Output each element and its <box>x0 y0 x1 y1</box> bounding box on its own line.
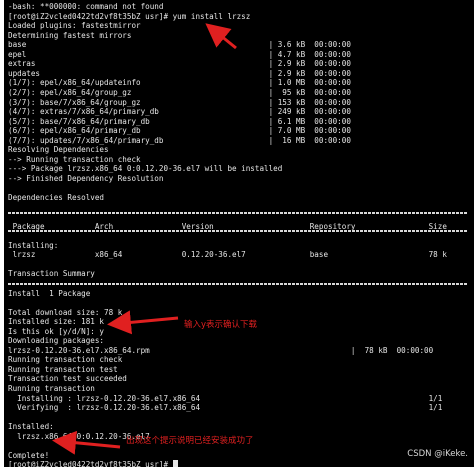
arrow-to-command <box>205 23 237 50</box>
arrow-to-confirm <box>107 310 179 335</box>
watermark: CSDN @iKeke. <box>407 449 468 459</box>
arrow-to-complete <box>52 430 121 455</box>
confirm-annotation: 输入y表示确认下载 <box>184 320 258 330</box>
annotation-arrows <box>52 23 237 455</box>
complete-annotation: 出现这个提示说明已经安装成功了 <box>126 436 254 446</box>
